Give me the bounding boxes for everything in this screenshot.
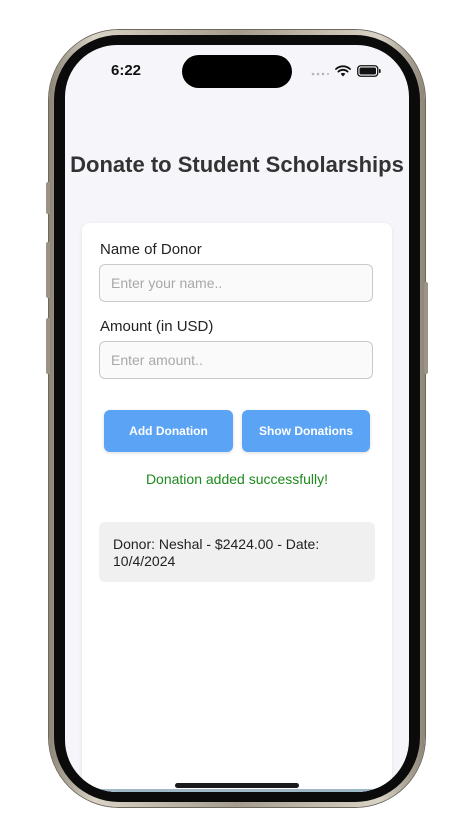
home-indicator[interactable]	[175, 783, 299, 788]
status-icons	[311, 64, 381, 82]
amount-input[interactable]	[99, 341, 373, 379]
status-time: 6:22	[111, 62, 142, 79]
action-button	[46, 182, 50, 214]
battery-icon	[357, 64, 381, 82]
volume-up-button	[46, 242, 50, 298]
wifi-icon	[335, 64, 351, 82]
power-button	[424, 282, 428, 374]
donor-name-input[interactable]	[99, 264, 373, 302]
show-donations-button[interactable]: Show Donations	[242, 410, 370, 452]
signal-icon	[311, 64, 329, 82]
dynamic-island	[182, 55, 292, 88]
donation-form-card: Name of Donor Amount (in USD) Add Donati…	[82, 223, 392, 792]
page-title: Donate to Student Scholarships	[70, 152, 404, 177]
add-donation-button[interactable]: Add Donation	[104, 410, 233, 452]
list-item: Donor: Neshal - $2424.00 - Date: 10/4/20…	[99, 522, 375, 582]
bottom-edge	[65, 789, 409, 792]
name-label: Name of Donor	[100, 241, 202, 258]
volume-down-button	[46, 318, 50, 374]
success-message: Donation added successfully!	[145, 471, 329, 487]
amount-label: Amount (in USD)	[100, 318, 214, 335]
phone-screen: 6:22 Donate to Student Scholarships Name…	[65, 45, 409, 792]
